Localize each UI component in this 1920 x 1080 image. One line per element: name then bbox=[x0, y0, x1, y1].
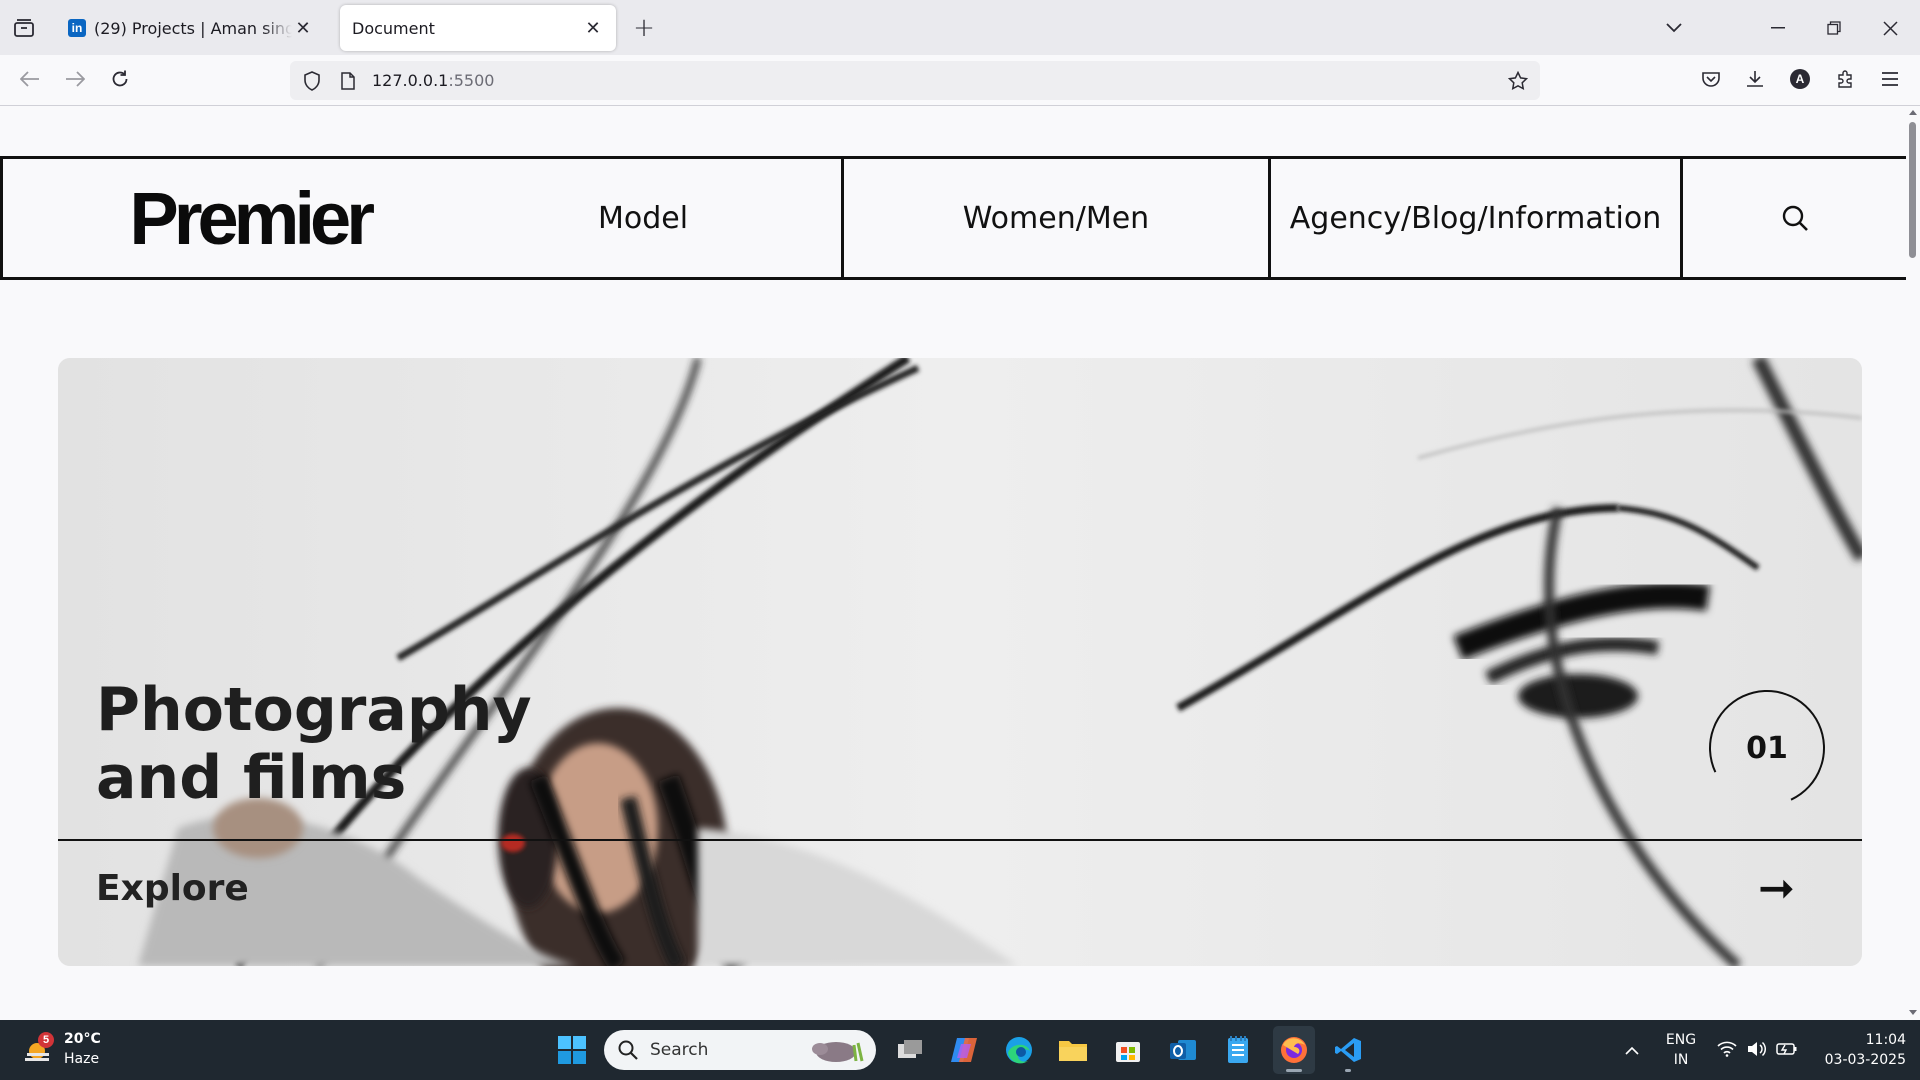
extensions-icon[interactable] bbox=[1831, 65, 1859, 93]
show-hidden-icons-chevron-icon[interactable] bbox=[1620, 1038, 1644, 1062]
hero-title-line2: and films bbox=[96, 743, 407, 813]
tab-list-icon[interactable] bbox=[10, 14, 38, 42]
language-indicator-line1[interactable]: ENG bbox=[1664, 1031, 1698, 1049]
linkedin-icon: in bbox=[68, 19, 86, 37]
task-view-icon[interactable] bbox=[892, 1032, 928, 1068]
url-host: 127.0.0.1 bbox=[372, 71, 449, 90]
nav-label: Women/Men bbox=[962, 200, 1150, 236]
windows-start-icon[interactable] bbox=[555, 1032, 589, 1068]
microsoft-store-icon[interactable] bbox=[1110, 1032, 1146, 1068]
scroll-thumb[interactable] bbox=[1909, 122, 1916, 258]
copilot-icon[interactable] bbox=[946, 1032, 982, 1068]
notepad-icon[interactable] bbox=[1220, 1032, 1256, 1068]
page-info-icon[interactable] bbox=[334, 71, 362, 90]
search-icon bbox=[618, 1040, 638, 1060]
logo-cell: Premier bbox=[0, 159, 445, 277]
tab-document[interactable]: Document ✕ bbox=[340, 5, 616, 51]
browser-tab-bar: in (29) Projects | Aman singh tomar | Li… bbox=[0, 0, 1920, 55]
close-tab-icon[interactable]: ✕ bbox=[292, 17, 314, 39]
weather-widget-icon[interactable]: 5 bbox=[22, 1030, 56, 1070]
reload-icon[interactable] bbox=[106, 65, 134, 93]
taskbar-search[interactable]: Search bbox=[604, 1030, 876, 1070]
downloads-icon[interactable] bbox=[1741, 65, 1769, 93]
url-text[interactable]: 127.0.0.1:5500 bbox=[372, 71, 494, 90]
clock-date[interactable]: 03-03-2025 bbox=[1812, 1051, 1906, 1069]
scroll-up-icon[interactable] bbox=[1908, 108, 1918, 116]
back-icon[interactable] bbox=[16, 65, 44, 93]
weather-badge: 5 bbox=[38, 1032, 54, 1048]
nav-item-women-men[interactable]: Women/Men bbox=[844, 159, 1271, 277]
pocket-icon[interactable] bbox=[1697, 65, 1725, 93]
outlook-icon[interactable] bbox=[1165, 1032, 1201, 1068]
nav-label: Agency/Blog/Information bbox=[1289, 200, 1662, 236]
nav-item-model[interactable]: Model bbox=[445, 159, 844, 277]
weather-temp[interactable]: 20°C bbox=[64, 1030, 101, 1048]
bookmark-star-icon[interactable] bbox=[1504, 70, 1532, 91]
site-header: Premier Model Women/Men Agency/Blog/Info… bbox=[0, 156, 1906, 280]
weather-desc[interactable]: Haze bbox=[64, 1050, 99, 1068]
hero-title-line1: Photography bbox=[96, 675, 532, 745]
battery-icon[interactable] bbox=[1776, 1038, 1798, 1060]
arrow-right-icon[interactable]: ➞ bbox=[1758, 863, 1795, 914]
minimize-icon[interactable] bbox=[1764, 14, 1792, 42]
tab-title: Document bbox=[352, 18, 435, 38]
url-port: :5500 bbox=[448, 71, 495, 90]
address-bar[interactable]: 127.0.0.1:5500 bbox=[290, 61, 1540, 100]
site-search-button[interactable] bbox=[1683, 159, 1906, 277]
explore-link[interactable]: Explore bbox=[96, 868, 249, 909]
firefox-taskbar-icon[interactable] bbox=[1273, 1026, 1315, 1074]
search-highlight-hippo-icon bbox=[812, 1042, 864, 1062]
page-scrollbar[interactable] bbox=[1906, 106, 1920, 1020]
nav-item-agency-blog-information[interactable]: Agency/Blog/Information bbox=[1271, 159, 1683, 277]
tracking-protection-shield-icon[interactable] bbox=[290, 70, 334, 91]
hero-slider: Photography and films 01 Explore ➞ bbox=[58, 358, 1862, 966]
search-icon bbox=[1782, 205, 1808, 231]
restore-icon[interactable] bbox=[1820, 14, 1848, 42]
windows-taskbar: 5 20°C Haze Search ENG IN 11:04 03-03-20… bbox=[0, 1020, 1920, 1080]
close-tab-icon[interactable]: ✕ bbox=[582, 17, 604, 39]
hero-background-image bbox=[58, 358, 1862, 966]
vscode-icon[interactable] bbox=[1330, 1032, 1366, 1072]
account-avatar-icon[interactable]: A bbox=[1786, 65, 1814, 93]
volume-icon[interactable] bbox=[1746, 1038, 1768, 1060]
tab-linkedin[interactable]: in (29) Projects | Aman singh tomar | Li… bbox=[56, 5, 326, 51]
page-viewport: Premier Model Women/Men Agency/Blog/Info… bbox=[0, 106, 1906, 1020]
wifi-icon[interactable] bbox=[1716, 1038, 1738, 1060]
file-explorer-icon[interactable] bbox=[1055, 1032, 1091, 1068]
scroll-down-icon[interactable] bbox=[1908, 1009, 1918, 1017]
tab-title: (29) Projects | Aman singh tomar | Linke… bbox=[94, 18, 292, 38]
taskbar-search-placeholder: Search bbox=[650, 1040, 709, 1060]
browser-nav-bar: 127.0.0.1:5500 A bbox=[0, 55, 1920, 106]
close-window-icon[interactable] bbox=[1876, 14, 1904, 42]
hero-divider bbox=[58, 839, 1862, 841]
nav-label: Model bbox=[597, 200, 689, 236]
list-all-tabs-icon[interactable] bbox=[1660, 14, 1688, 42]
new-tab-icon[interactable]: + bbox=[630, 13, 658, 43]
language-indicator-line2[interactable]: IN bbox=[1664, 1051, 1698, 1069]
app-menu-icon[interactable] bbox=[1876, 65, 1904, 93]
edge-icon[interactable] bbox=[1001, 1032, 1037, 1068]
hero-title: Photography and films bbox=[96, 676, 532, 812]
clock-time[interactable]: 11:04 bbox=[1812, 1031, 1906, 1049]
forward-icon[interactable] bbox=[61, 65, 89, 93]
site-logo[interactable]: Premier bbox=[129, 176, 375, 261]
slide-number: 01 bbox=[1746, 730, 1788, 766]
